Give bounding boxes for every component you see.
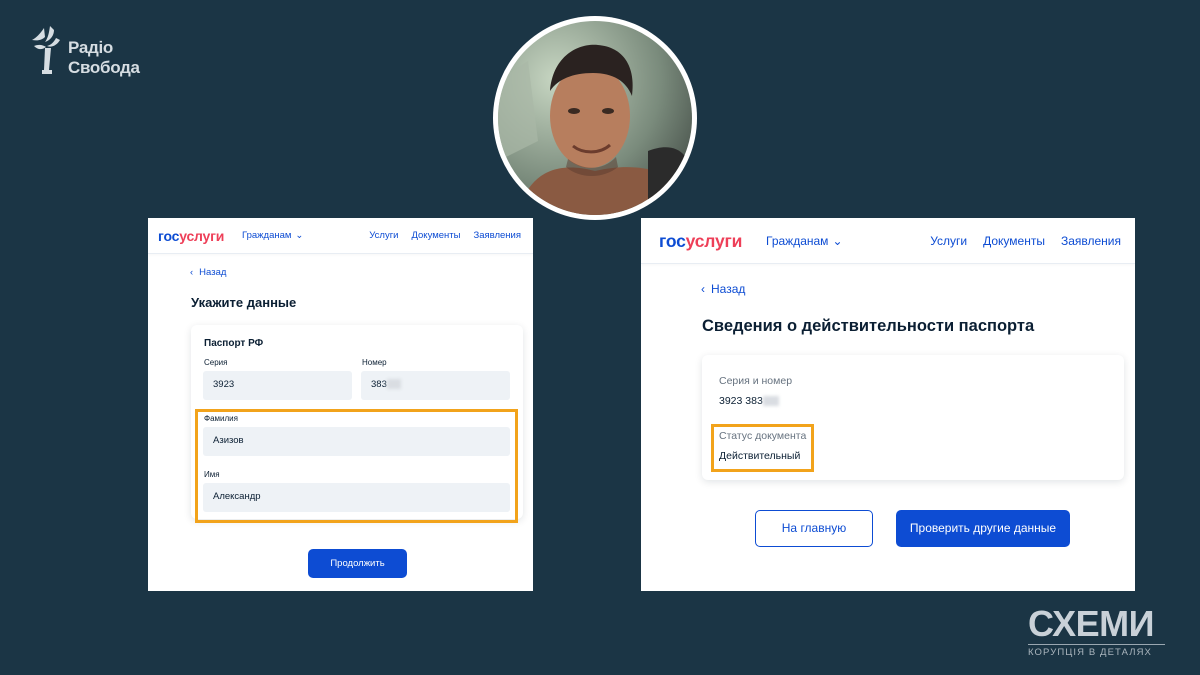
radio-svoboda-logo: Радіо Свобода (30, 24, 160, 82)
series-number-label: Серия и номер (719, 375, 793, 387)
header: госуслуги Гражданам ⌄ Услуги Документы За… (641, 218, 1135, 264)
nav-services[interactable]: Услуги (369, 230, 398, 241)
redacted-digits (386, 379, 401, 390)
series-number-value-wrap: 3923 383 (719, 395, 779, 407)
portrait-photo (493, 16, 697, 220)
home-button[interactable]: На главную (755, 510, 873, 547)
back-link[interactable]: ‹ Назад (190, 267, 226, 278)
back-label: Назад (711, 282, 746, 296)
schemy-title: СХЕМИ (1028, 603, 1155, 644)
continue-button[interactable]: Продолжить (308, 549, 407, 578)
series-value: 3923 (213, 379, 235, 390)
nav-applications[interactable]: Заявления (473, 230, 521, 241)
number-label: Номер (362, 358, 387, 367)
number-field[interactable]: 383 (361, 371, 510, 400)
nav-services[interactable]: Услуги (930, 234, 967, 248)
logo-part-uslugi: услуги (685, 231, 743, 251)
series-label: Серия (204, 358, 228, 367)
number-value: 383 (371, 379, 387, 390)
radio-logo-line1: Радіо (68, 38, 113, 57)
redacted-digits (762, 396, 779, 407)
back-link[interactable]: ‹ Назад (701, 282, 745, 296)
page-title: Сведения о действительности паспорта (702, 317, 1035, 335)
chevron-down-icon: ⌄ (295, 230, 304, 241)
logo-part-gos: гос (659, 231, 686, 251)
back-label: Назад (199, 267, 227, 278)
citizens-dropdown[interactable]: Гражданам ⌄ (242, 230, 303, 241)
torch-icon (32, 26, 60, 74)
chevron-left-icon: ‹ (190, 267, 194, 278)
header: госуслуги Гражданам ⌄ Услуги Документы За… (148, 218, 533, 254)
citizens-dropdown[interactable]: Гражданам ⌄ (766, 234, 843, 248)
top-nav: Услуги Документы Заявления (930, 234, 1121, 248)
top-nav: Услуги Документы Заявления (369, 230, 521, 241)
radio-logo-line2: Свобода (68, 58, 140, 77)
status-highlight-box (711, 424, 814, 472)
logo-part-uslugi: услуги (179, 228, 225, 244)
series-field[interactable]: 3923 (203, 371, 352, 400)
nav-documents[interactable]: Документы (983, 234, 1045, 248)
person-photo-icon (498, 21, 692, 215)
check-other-data-button[interactable]: Проверить другие данные (896, 510, 1070, 547)
gosuslugi-logo[interactable]: госуслуги (659, 231, 742, 252)
nav-documents[interactable]: Документы (411, 230, 460, 241)
chevron-down-icon: ⌄ (832, 234, 843, 248)
page-title: Укажите данные (191, 295, 297, 310)
logo-part-gos: гос (158, 228, 180, 244)
schemy-logo: СХЕМИ КОРУПЦІЯ В ДЕТАЛЯХ (1028, 606, 1168, 662)
section-title: Паспорт РФ (204, 338, 264, 349)
gosuslugi-result-screenshot: госуслуги Гражданам ⌄ Услуги Документы За… (641, 218, 1135, 591)
divider (1028, 644, 1165, 645)
series-number-value: 3923 383 (719, 395, 763, 407)
name-highlight-box (195, 409, 518, 523)
nav-applications[interactable]: Заявления (1061, 234, 1121, 248)
citizens-label: Гражданам (766, 234, 829, 248)
chevron-left-icon: ‹ (701, 282, 705, 296)
citizens-label: Гражданам (242, 230, 292, 241)
gosuslugi-form-screenshot: госуслуги Гражданам ⌄ Услуги Документы За… (148, 218, 533, 591)
schemy-subtitle: КОРУПЦІЯ В ДЕТАЛЯХ (1028, 647, 1152, 658)
gosuslugi-logo[interactable]: госуслуги (158, 228, 224, 244)
